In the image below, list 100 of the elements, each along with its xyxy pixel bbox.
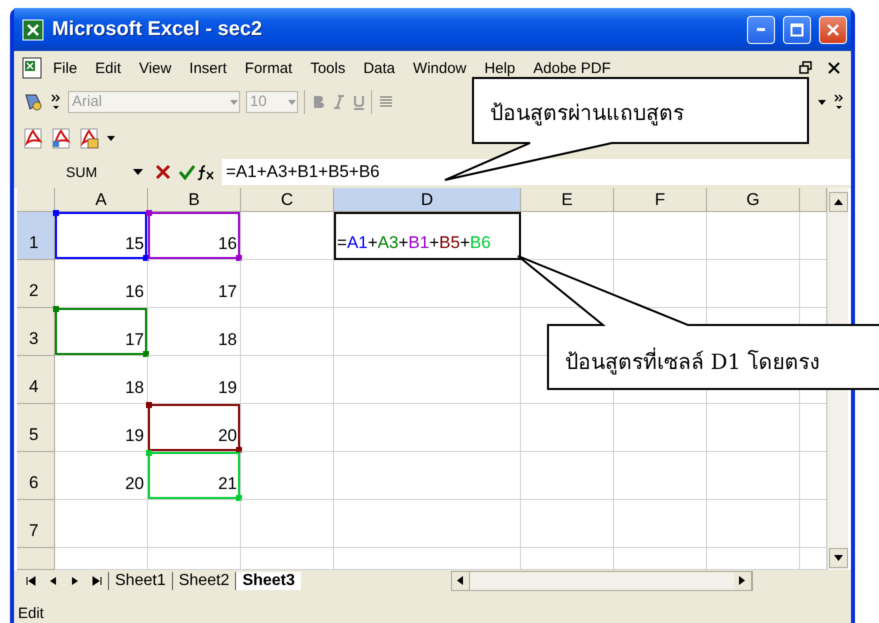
row-header[interactable] xyxy=(17,548,55,570)
align-icon[interactable] xyxy=(378,94,394,110)
table-cell[interactable]: 19 xyxy=(55,404,148,452)
menu-item[interactable]: File xyxy=(44,58,86,78)
menu-item[interactable]: View xyxy=(130,58,180,78)
close-button[interactable] xyxy=(819,16,847,44)
column-header[interactable]: D xyxy=(334,188,521,212)
table-cell[interactable] xyxy=(521,500,614,548)
chevron-icon[interactable] xyxy=(833,92,845,112)
next-sheet-icon[interactable] xyxy=(70,576,80,586)
column-header[interactable]: F xyxy=(614,188,707,212)
row-header[interactable]: 4 xyxy=(17,356,55,404)
name-box[interactable]: SUM xyxy=(14,160,132,184)
active-cell[interactable]: =A1+A3+B1+B5+B6 xyxy=(334,212,521,260)
table-cell[interactable] xyxy=(521,452,614,500)
table-cell[interactable] xyxy=(334,500,521,548)
table-cell[interactable] xyxy=(241,452,334,500)
scroll-right-button[interactable] xyxy=(734,572,752,590)
table-cell[interactable]: 20 xyxy=(148,404,241,452)
horizontal-scrollbar[interactable] xyxy=(450,571,753,591)
close-icon[interactable] xyxy=(827,61,841,75)
table-cell[interactable] xyxy=(707,260,800,308)
table-cell[interactable] xyxy=(614,452,707,500)
menu-item[interactable]: Window xyxy=(404,58,476,78)
checkmark-icon[interactable] xyxy=(178,162,196,180)
sheet-tab[interactable]: Sheet3 xyxy=(235,572,301,590)
column-header[interactable]: B xyxy=(148,188,241,212)
table-cell[interactable]: 20 xyxy=(55,452,148,500)
menu-item[interactable]: Adobe PDF xyxy=(524,58,620,78)
table-cell[interactable]: 15 xyxy=(55,212,148,260)
dropdown-icon[interactable] xyxy=(106,134,116,142)
table-cell[interactable] xyxy=(334,404,521,452)
table-cell[interactable]: 18 xyxy=(148,308,241,356)
row-header[interactable]: 3 xyxy=(17,308,55,356)
row-header[interactable]: 5 xyxy=(17,404,55,452)
menu-item[interactable]: Tools xyxy=(301,58,354,78)
table-cell[interactable] xyxy=(707,452,800,500)
pdf-icon[interactable] xyxy=(50,126,72,148)
function-icon[interactable] xyxy=(196,162,216,180)
restore-icon[interactable] xyxy=(799,61,813,75)
previous-sheet-icon[interactable] xyxy=(48,576,58,586)
underline-icon[interactable] xyxy=(351,94,365,110)
column-header[interactable]: C xyxy=(241,188,334,212)
table-cell[interactable] xyxy=(614,404,707,452)
last-sheet-icon[interactable] xyxy=(92,576,102,586)
pdf-icon[interactable] xyxy=(22,126,44,148)
table-cell[interactable] xyxy=(241,212,334,260)
table-cell[interactable] xyxy=(334,308,521,356)
row-header[interactable]: 6 xyxy=(17,452,55,500)
column-header[interactable]: A xyxy=(55,188,148,212)
minimize-button[interactable] xyxy=(747,16,775,44)
table-cell[interactable] xyxy=(707,404,800,452)
right-arrow-icon xyxy=(739,576,746,584)
italic-icon[interactable] xyxy=(331,94,345,110)
menu-item[interactable]: Edit xyxy=(86,58,130,78)
scroll-down-button[interactable] xyxy=(829,548,848,568)
table-cell[interactable] xyxy=(334,356,521,404)
table-cell[interactable] xyxy=(707,500,800,548)
menu-item[interactable]: Help xyxy=(475,58,524,78)
table-cell[interactable]: 16 xyxy=(55,260,148,308)
dropdown-icon[interactable] xyxy=(817,98,827,106)
table-cell[interactable] xyxy=(241,308,334,356)
scroll-left-button[interactable] xyxy=(452,572,470,590)
menu-item[interactable]: Insert xyxy=(180,58,236,78)
bold-icon[interactable] xyxy=(311,94,325,110)
row-header[interactable]: 2 xyxy=(17,260,55,308)
table-cell[interactable] xyxy=(614,212,707,260)
select-all-corner[interactable] xyxy=(17,188,55,212)
maximize-button[interactable] xyxy=(783,16,811,44)
menu-item[interactable]: Data xyxy=(354,58,404,78)
cancel-icon[interactable] xyxy=(154,162,172,180)
table-cell[interactable] xyxy=(241,500,334,548)
scroll-up-button[interactable] xyxy=(829,192,848,212)
table-cell[interactable] xyxy=(707,212,800,260)
chevron-icon[interactable] xyxy=(50,92,62,112)
workbook-icon[interactable] xyxy=(20,56,44,80)
table-cell[interactable] xyxy=(55,500,148,548)
table-cell[interactable]: 18 xyxy=(55,356,148,404)
table-cell[interactable] xyxy=(334,260,521,308)
first-sheet-icon[interactable] xyxy=(26,576,36,586)
table-cell[interactable] xyxy=(241,356,334,404)
table-cell[interactable] xyxy=(148,500,241,548)
row-header[interactable]: 1 xyxy=(17,212,55,260)
table-cell[interactable]: 19 xyxy=(148,356,241,404)
dropdown-icon[interactable] xyxy=(132,168,144,176)
menu-item[interactable]: Format xyxy=(236,58,302,78)
formula-field[interactable]: =A1+A3+B1+B5+B6 xyxy=(222,158,851,184)
table-cell[interactable]: 21 xyxy=(148,452,241,500)
table-cell[interactable] xyxy=(241,260,334,308)
table-cell[interactable]: 16 xyxy=(148,212,241,260)
column-header[interactable]: G xyxy=(707,188,800,212)
column-header[interactable]: E xyxy=(521,188,614,212)
table-cell[interactable] xyxy=(334,452,521,500)
pdf-icon[interactable] xyxy=(78,126,100,148)
row-header[interactable]: 7 xyxy=(17,500,55,548)
table-cell[interactable] xyxy=(521,404,614,452)
table-cell[interactable] xyxy=(241,404,334,452)
table-cell[interactable]: 17 xyxy=(148,260,241,308)
table-cell[interactable]: 17 xyxy=(55,308,148,356)
table-cell[interactable] xyxy=(614,500,707,548)
